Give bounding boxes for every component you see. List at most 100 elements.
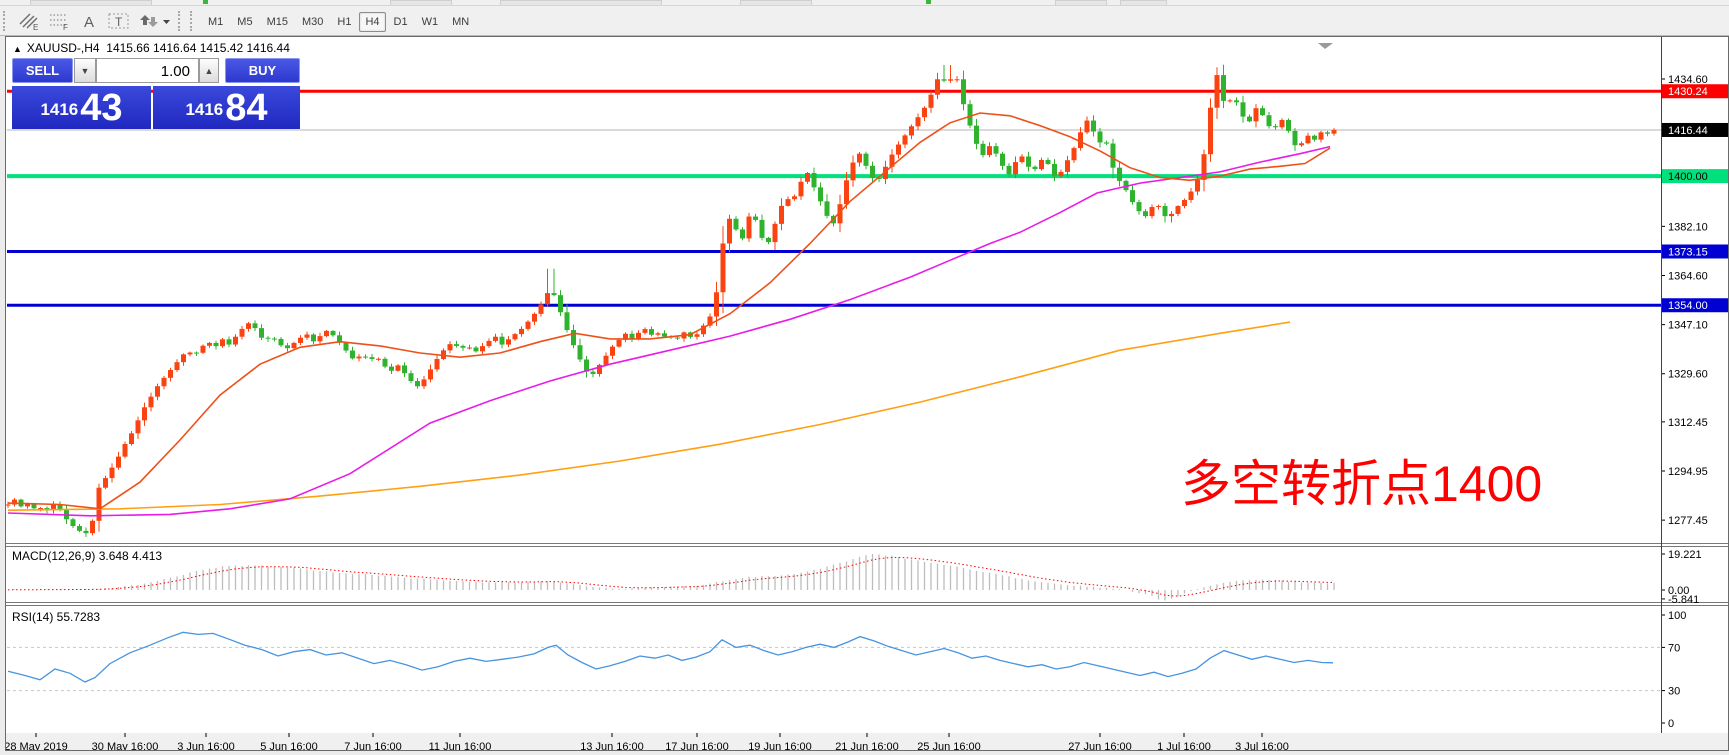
candle — [1143, 211, 1148, 216]
candle — [1065, 160, 1070, 172]
candle — [747, 217, 752, 239]
candle — [643, 329, 648, 333]
candle — [948, 79, 953, 80]
candle — [1332, 130, 1337, 134]
candle — [857, 154, 862, 163]
candle — [175, 362, 180, 370]
candle — [149, 397, 154, 408]
chart-text-annotation[interactable]: 多空转折点1400 — [1181, 444, 1542, 516]
candle — [1202, 154, 1207, 180]
candle — [896, 145, 901, 155]
svg-text:T: T — [115, 15, 123, 29]
sell-price-small: 1416 — [40, 93, 78, 127]
candle — [1267, 115, 1272, 126]
collapse-arrow-icon[interactable]: ▲ — [13, 44, 22, 54]
timeframe-button-h1[interactable]: H1 — [331, 12, 357, 32]
text-label-icon[interactable]: T — [104, 8, 134, 33]
text-icon[interactable]: A — [74, 8, 104, 33]
buy-price-big: 84 — [225, 89, 267, 127]
volume-increase-button[interactable]: ▲ — [199, 58, 219, 83]
candle — [1104, 142, 1109, 143]
candle — [344, 343, 349, 351]
candle — [461, 346, 466, 348]
candle — [324, 331, 329, 336]
sell-price-big: 43 — [80, 89, 122, 127]
candle — [1072, 148, 1077, 160]
symbol-period: XAUUSD-,H4 — [27, 41, 100, 55]
timeframe-button-m5[interactable]: M5 — [231, 12, 258, 32]
macd-tick-label: 19.221 — [1668, 549, 1702, 561]
price-badge-label: 1373.15 — [1668, 246, 1708, 258]
candle — [1241, 102, 1246, 116]
timeframe-button-m30[interactable]: M30 — [296, 12, 329, 32]
candle — [305, 335, 310, 338]
chart-shift-marker-icon[interactable] — [1318, 43, 1333, 49]
timeframe-toolbar: M1M5M15M30H1H4D1W1MN — [201, 12, 476, 30]
timeframe-button-mn[interactable]: MN — [446, 12, 475, 32]
candle — [1000, 154, 1005, 166]
timeframe-button-w1[interactable]: W1 — [416, 12, 445, 32]
candle — [162, 378, 167, 386]
draw-pencil-icon[interactable]: E — [14, 8, 44, 33]
candle — [1020, 156, 1025, 162]
ohlc-close: 1416.44 — [246, 41, 289, 55]
candle — [71, 519, 76, 526]
candle — [799, 182, 804, 197]
volume-decrease-button[interactable]: ▼ — [74, 58, 96, 83]
timeframe-button-d1[interactable]: D1 — [388, 12, 414, 32]
candle — [539, 304, 544, 313]
candle — [298, 338, 303, 343]
candle — [1176, 206, 1181, 214]
volume-input[interactable]: 1.00 — [96, 58, 199, 83]
candle — [935, 79, 940, 94]
macd-signal-line — [8, 557, 1334, 596]
candle — [6, 505, 11, 506]
candle — [454, 344, 459, 346]
candle — [136, 420, 141, 433]
candle — [1026, 156, 1031, 166]
candle — [415, 381, 420, 386]
candle — [435, 359, 440, 369]
candle — [246, 323, 251, 329]
candle — [1130, 190, 1135, 202]
candle — [870, 166, 875, 178]
candle — [909, 126, 914, 135]
candle — [389, 367, 394, 371]
ma_fast-line[interactable] — [8, 113, 1330, 509]
candle — [1117, 168, 1122, 181]
candle — [558, 295, 563, 312]
fibonacci-icon[interactable]: F — [44, 8, 74, 33]
timeframe-button-h4[interactable]: H4 — [359, 12, 385, 32]
candle — [285, 345, 290, 348]
time-tick-label: 21 Jun 16:00 — [835, 741, 899, 751]
candle — [1156, 206, 1161, 207]
svg-text:F: F — [63, 23, 68, 31]
candle — [578, 345, 583, 359]
candle — [942, 79, 947, 80]
sell-price-box[interactable]: 1416 43 — [12, 86, 151, 129]
candle — [220, 339, 225, 346]
sell-button[interactable]: SELL — [12, 58, 73, 83]
buy-button[interactable]: BUY — [225, 58, 300, 83]
candle — [1085, 121, 1090, 133]
timeframe-button-m15[interactable]: M15 — [261, 12, 294, 32]
chart-canvas[interactable]: 1434.601382.101364.601347.101329.601312.… — [5, 36, 1729, 751]
buy-price-box[interactable]: 1416 84 — [153, 86, 300, 129]
candle — [1293, 131, 1298, 145]
candle — [227, 339, 232, 344]
candle — [591, 372, 596, 374]
toolbar-grip[interactable] — [3, 11, 11, 31]
candle — [818, 187, 823, 201]
timeframe-button-m1[interactable]: M1 — [202, 12, 229, 32]
candle — [721, 243, 726, 292]
clipped-icon — [203, 0, 208, 4]
price-tick-label: 1382.10 — [1668, 221, 1708, 233]
clipped-button — [1120, 0, 1167, 5]
candle — [1013, 162, 1018, 174]
arrows-icon[interactable] — [134, 8, 174, 33]
candle — [1221, 75, 1226, 101]
toolbar-grip[interactable] — [190, 11, 198, 31]
candle — [610, 347, 615, 356]
candle — [194, 353, 199, 354]
clipped-button — [1055, 0, 1107, 5]
